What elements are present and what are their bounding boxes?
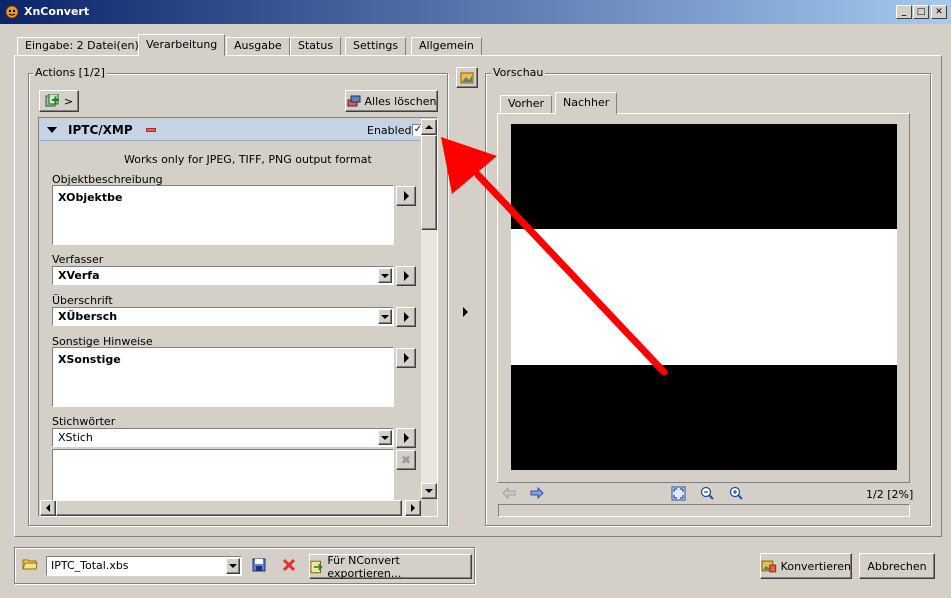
convert-button[interactable]: Konvertieren xyxy=(760,553,852,579)
stichwoerter-list[interactable] xyxy=(52,449,394,501)
close-button[interactable]: ✕ xyxy=(931,5,947,19)
fit-to-window-icon[interactable] xyxy=(671,486,686,501)
ueberschrift-label: Überschrift xyxy=(52,294,113,307)
next-image-icon[interactable] xyxy=(530,487,544,499)
ueberschrift-combobox[interactable]: XÜbersch xyxy=(52,307,394,326)
export-nconvert-button[interactable]: Für NConvert exportieren... xyxy=(309,553,472,580)
save-icon[interactable] xyxy=(252,558,266,572)
export-icon xyxy=(310,560,323,573)
tab-nachher[interactable]: Nachher xyxy=(555,92,618,114)
verfasser-dropdown-arrow[interactable] xyxy=(378,268,392,283)
tab-label: Ausgabe xyxy=(234,39,282,52)
tab-label: Status xyxy=(298,39,334,52)
action-item-header[interactable]: IPTC/XMP Enabled ✓ xyxy=(40,119,424,141)
objektbeschreibung-menu-button[interactable] xyxy=(396,186,416,206)
actions-group-label: Actions [1/2] xyxy=(33,66,107,79)
stichwoerter-dropdown-arrow[interactable] xyxy=(378,430,392,445)
tab-eingabe[interactable]: Eingabe: 2 Datei(en) xyxy=(17,37,147,55)
remove-action-icon[interactable] xyxy=(146,128,156,132)
zoom-out-icon[interactable] xyxy=(700,486,715,501)
delete-script-icon[interactable] xyxy=(282,558,296,572)
horizontal-scroll-thumb[interactable] xyxy=(56,500,402,516)
tab-status[interactable]: Status xyxy=(290,37,342,55)
clear-all-label: Alles löschen xyxy=(364,94,437,108)
maximize-button[interactable]: □ xyxy=(913,5,929,19)
xnconvert-logo-icon xyxy=(5,5,19,19)
tab-label: Eingabe: 2 Datei(en) xyxy=(25,39,139,52)
window-title: XnConvert xyxy=(24,5,90,18)
zoom-in-icon[interactable] xyxy=(729,486,744,501)
collapse-icon[interactable] xyxy=(47,127,57,133)
cancel-button[interactable]: Abbrechen xyxy=(859,553,935,579)
previous-image-icon[interactable] xyxy=(502,487,516,499)
stichwoerter-label: Stichwörter xyxy=(52,415,116,428)
script-file-value: IPTC_Total.xbs xyxy=(51,559,129,572)
script-file-combobox[interactable]: IPTC_Total.xbs xyxy=(46,556,242,576)
scroll-thumb[interactable] xyxy=(421,135,437,230)
verfasser-label: Verfasser xyxy=(52,253,104,266)
add-actions-icon xyxy=(45,94,59,107)
tab-verarbeitung[interactable]: Verarbeitung xyxy=(138,34,226,56)
convert-icon xyxy=(761,560,777,573)
preview-image xyxy=(511,124,897,470)
scroll-left-button[interactable] xyxy=(40,500,56,516)
export-nconvert-label: Für NConvert exportieren... xyxy=(327,553,402,580)
verfasser-combobox[interactable]: XVerfa xyxy=(52,266,394,285)
sonstige-hinweise-value: XSonstige xyxy=(58,353,121,366)
actions-horizontal-scrollbar[interactable] xyxy=(40,500,421,516)
objektbeschreibung-value: XObjektbe xyxy=(58,191,123,204)
title-bar: XnConvert _ □ ✕ xyxy=(0,0,951,24)
stichwoerter-combobox[interactable]: XStich xyxy=(52,428,394,447)
tab-label: Nachher xyxy=(563,96,610,109)
delete-icon: ✖ xyxy=(400,453,412,467)
preview-image-white-band xyxy=(511,229,897,365)
preview-progress-bar xyxy=(498,504,910,517)
sonstige-hinweise-textarea[interactable]: XSonstige xyxy=(52,347,394,407)
tab-vorher[interactable]: Vorher xyxy=(500,95,552,113)
objektbeschreibung-textarea[interactable]: XObjektbe xyxy=(52,185,394,245)
preview-group-label: Vorschau xyxy=(491,66,546,79)
open-folder-icon[interactable] xyxy=(22,557,38,571)
toggle-preview-button[interactable] xyxy=(456,67,478,88)
verfasser-menu-button[interactable] xyxy=(396,266,416,286)
tab-label: Verarbeitung xyxy=(146,38,218,51)
scroll-right-button[interactable] xyxy=(405,500,421,516)
stichwoerter-delete-button[interactable]: ✖ xyxy=(396,450,416,470)
eraser-icon xyxy=(347,95,361,107)
stichwoerter-value: XStich xyxy=(58,431,93,444)
ueberschrift-menu-button[interactable] xyxy=(396,307,416,327)
verfasser-value: XVerfa xyxy=(58,269,100,282)
format-note: Works only for JPEG, TIFF, PNG output fo… xyxy=(124,153,372,166)
tab-label: Allgemein xyxy=(419,39,474,52)
clear-all-button[interactable]: Alles löschen xyxy=(345,90,438,112)
script-file-dropdown-arrow[interactable] xyxy=(226,558,240,574)
action-item-title: IPTC/XMP xyxy=(68,123,133,137)
preview-image-icon xyxy=(460,72,474,83)
ueberschrift-value: XÜbersch xyxy=(58,310,118,323)
tab-label: Vorher xyxy=(508,97,544,110)
add-action-button-label: > xyxy=(63,94,74,108)
tab-allgemein[interactable]: Allgemein xyxy=(411,37,482,55)
minimize-button[interactable]: _ xyxy=(896,5,912,19)
add-action-button[interactable]: > xyxy=(39,90,79,112)
tab-ausgabe[interactable]: Ausgabe xyxy=(226,37,290,55)
convert-button-label: Konvertieren xyxy=(780,559,851,573)
page-info: 1/2 [2%] xyxy=(866,488,914,501)
tab-settings[interactable]: Settings xyxy=(345,37,407,55)
stichwoerter-add-button[interactable] xyxy=(396,428,416,448)
ueberschrift-dropdown-arrow[interactable] xyxy=(378,309,392,324)
scroll-up-button[interactable] xyxy=(421,119,437,135)
sonstige-hinweise-menu-button[interactable] xyxy=(396,348,416,368)
actions-vertical-scrollbar[interactable] xyxy=(421,119,437,499)
tab-label: Settings xyxy=(353,39,399,52)
enabled-label: Enabled xyxy=(367,124,412,137)
scroll-down-button[interactable] xyxy=(421,483,437,499)
collapse-panel-arrow[interactable] xyxy=(463,307,468,317)
cancel-button-label: Abbrechen xyxy=(867,559,927,573)
